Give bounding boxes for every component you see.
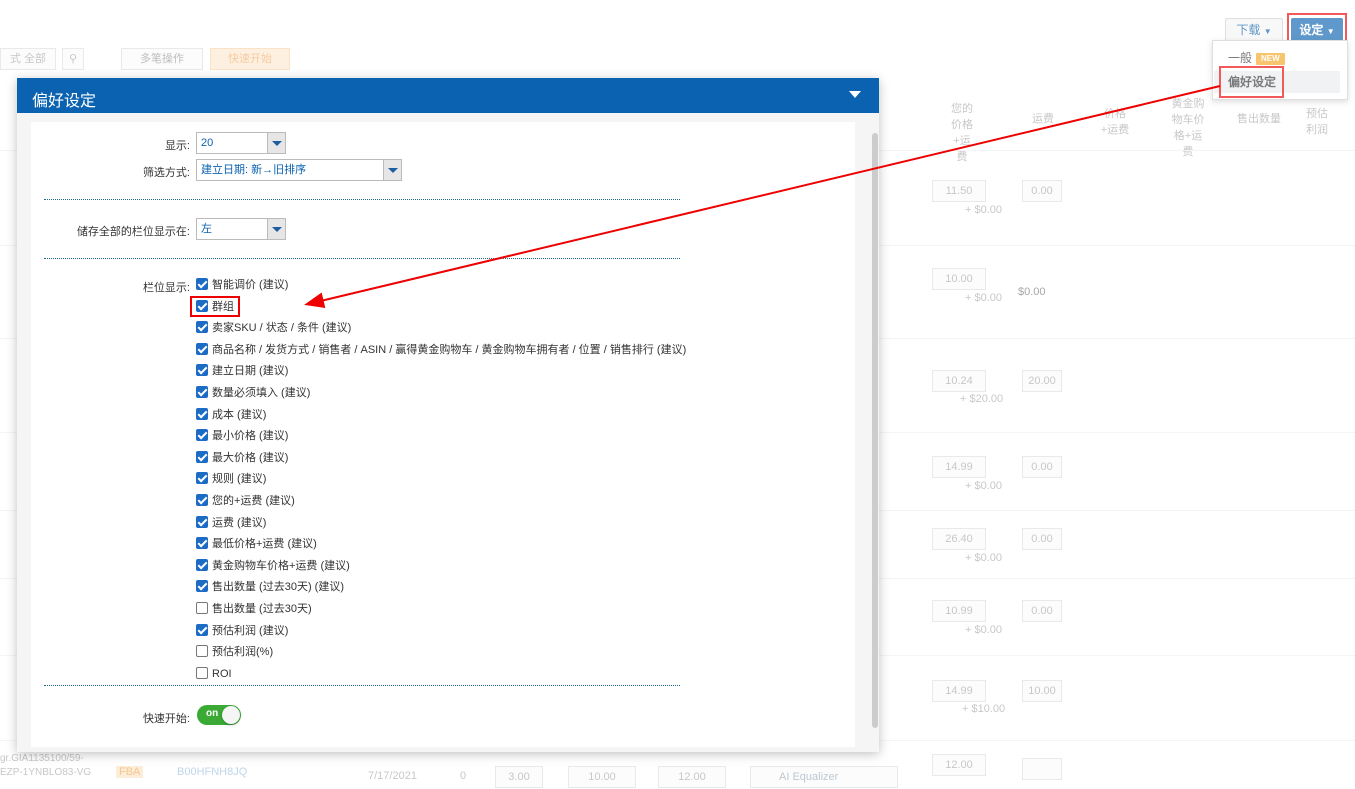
annotation-arrow	[304, 85, 1221, 309]
